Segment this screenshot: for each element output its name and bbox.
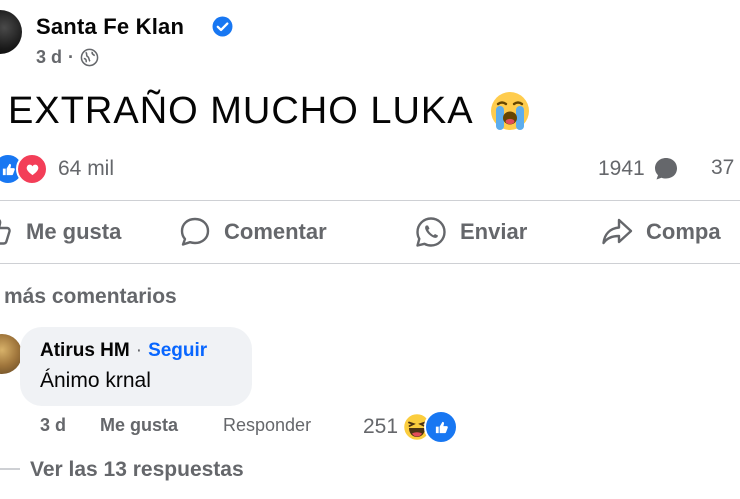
commenter-avatar[interactable] <box>0 334 22 374</box>
follow-button[interactable]: Seguir <box>148 340 207 362</box>
post-time[interactable]: 3 d <box>36 47 62 68</box>
send-button-label: Enviar <box>460 219 528 244</box>
commenter-name[interactable]: Atirus HM <box>40 340 130 362</box>
whatsapp-icon <box>416 217 446 247</box>
comment-reply-button[interactable]: Responder <box>223 415 311 436</box>
share-button[interactable]: Compa <box>600 215 721 249</box>
comment-time[interactable]: 3 d <box>40 415 66 436</box>
divider-top <box>0 200 740 201</box>
meta-separator: · <box>68 47 75 67</box>
share-button-label: Compa <box>646 219 721 244</box>
comment-header-separator: · <box>135 340 143 361</box>
comment-like-button[interactable]: Me gusta <box>100 415 178 436</box>
comment-header: Atirus HM · Seguir <box>40 340 207 362</box>
comment-reactions[interactable]: 251 <box>363 410 459 444</box>
comment-text: Ánimo krnal <box>40 369 151 392</box>
comment-count-icon <box>654 158 677 180</box>
comment-reactions-count: 251 <box>363 415 399 438</box>
reactions-summary[interactable]: 64 mil <box>0 153 114 185</box>
divider-bottom <box>0 263 740 264</box>
love-reaction-icon <box>16 153 48 185</box>
post-text: EXTRAÑO MUCHO LUKA <box>8 89 474 132</box>
comments-count-link[interactable]: 1941 <box>598 156 679 182</box>
comments-count: 1941 <box>598 157 645 180</box>
verified-badge-icon <box>212 16 233 37</box>
reply-thread-line <box>0 468 20 470</box>
post-author-name[interactable]: Santa Fe Klan <box>36 14 184 40</box>
like-button-label: Me gusta <box>26 219 122 244</box>
globe-icon <box>80 48 99 67</box>
comment-button[interactable]: Comentar <box>178 215 327 249</box>
view-replies-link[interactable]: Ver las 13 respuestas <box>30 458 244 482</box>
more-comments-link[interactable]: más comentarios <box>4 285 177 309</box>
post-body: EXTRAÑO MUCHO LUKA <box>8 89 532 133</box>
share-arrow-icon <box>602 218 633 245</box>
comment-button-label: Comentar <box>224 219 327 244</box>
post-meta: 3 d · <box>36 47 99 68</box>
reactions-count: 64 mil <box>58 157 115 180</box>
speech-bubble-icon <box>180 217 210 246</box>
send-button[interactable]: Enviar <box>414 215 527 249</box>
shares-count[interactable]: 37 <box>711 156 734 180</box>
like-button[interactable]: Me gusta <box>0 215 121 249</box>
author-avatar[interactable] <box>0 10 22 54</box>
loudly-crying-face-emoji <box>490 92 529 130</box>
comment-bubble <box>20 327 252 406</box>
thumbs-up-icon <box>0 219 11 245</box>
comment-like-reaction-icon <box>424 410 459 444</box>
